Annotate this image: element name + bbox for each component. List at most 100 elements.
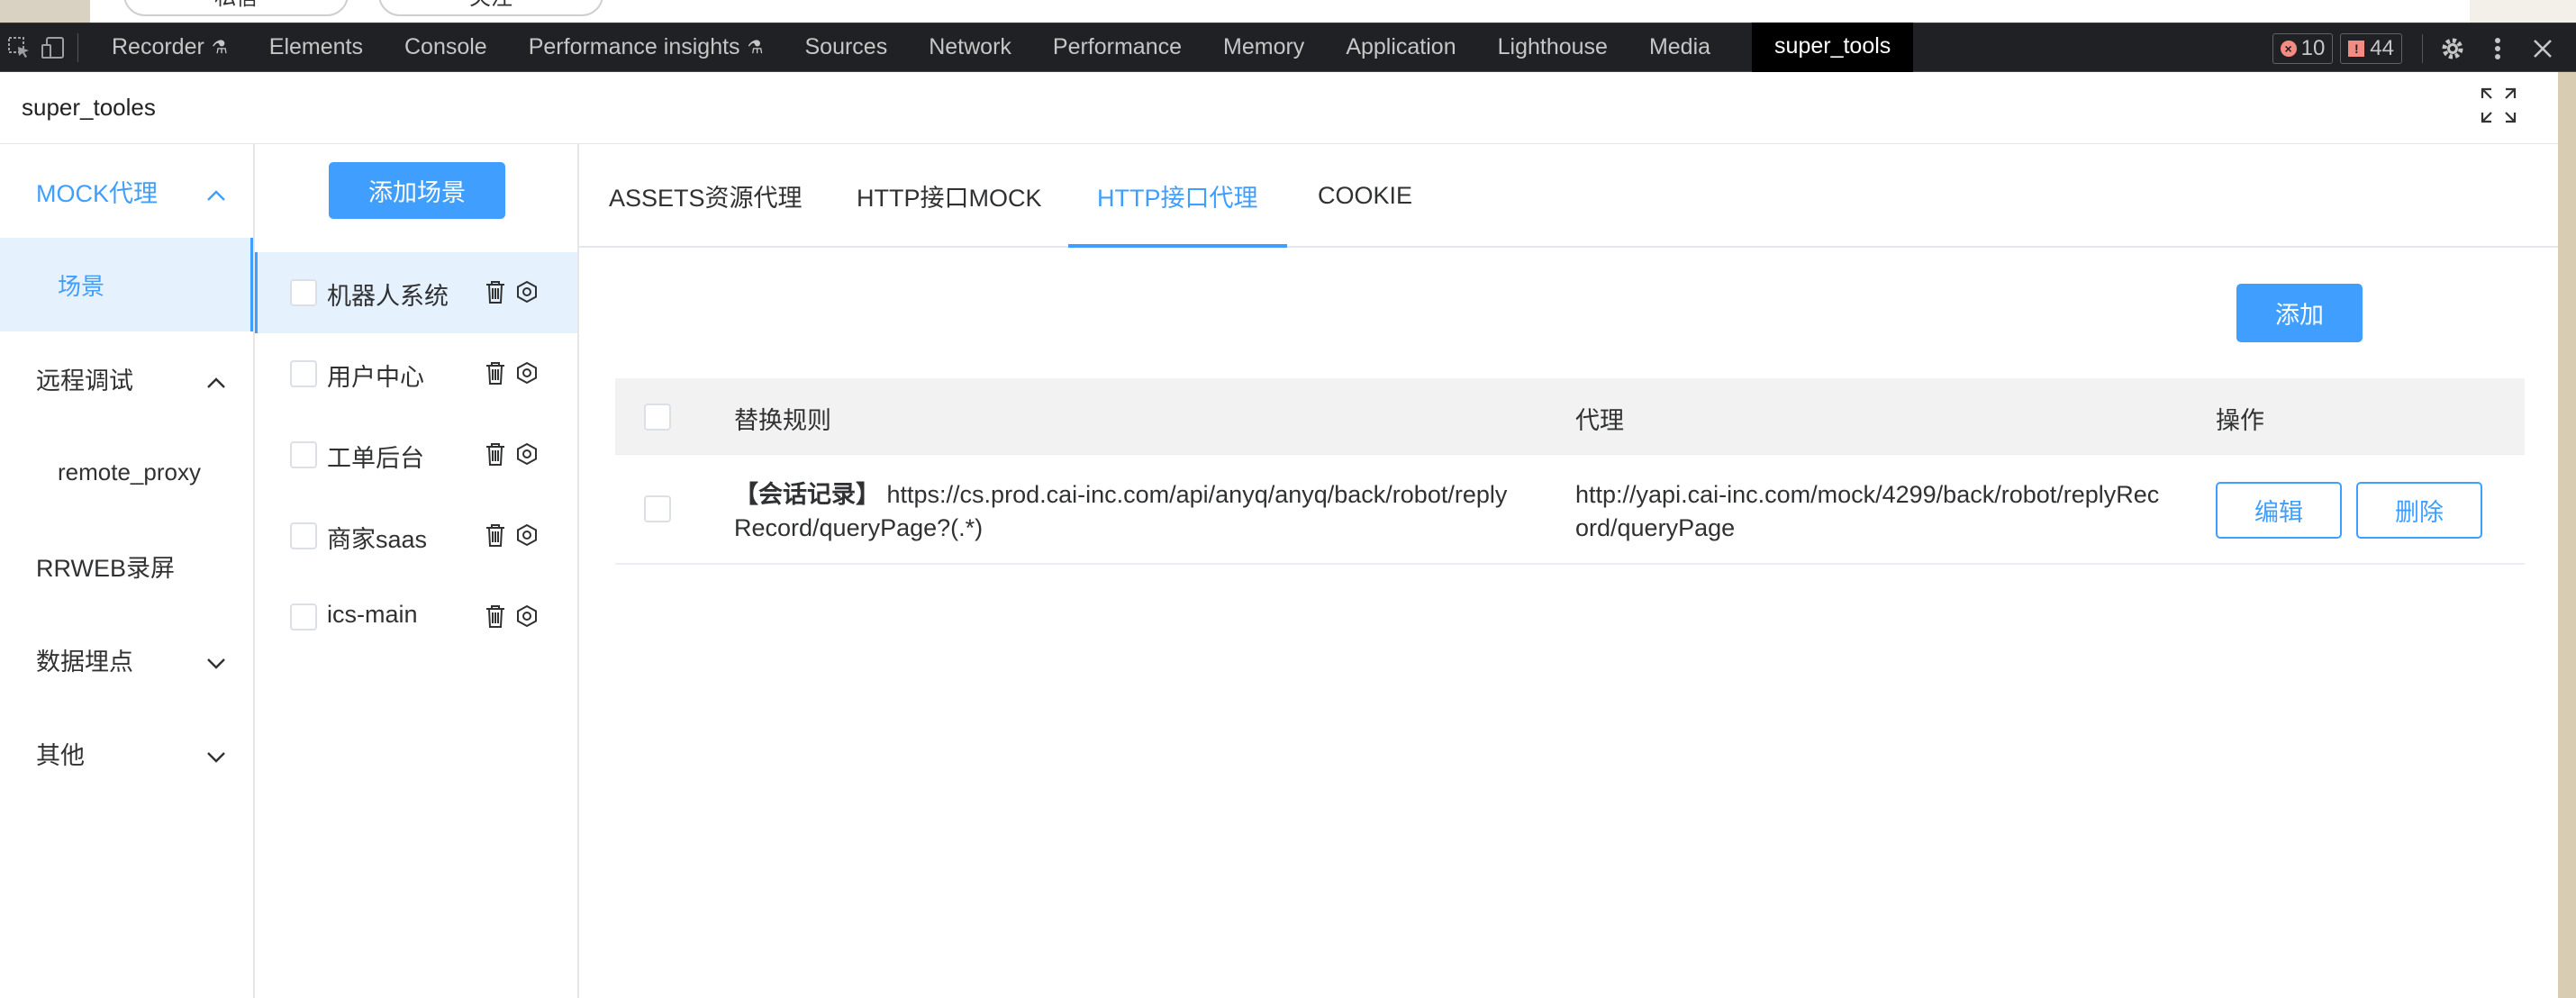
settings-hex-icon[interactable]	[515, 604, 539, 632]
underlying-page-strip: 私信 关注	[0, 0, 2576, 23]
page-card-2	[650, 0, 2470, 23]
tab-recorder[interactable]: Recorder ⚗	[91, 23, 249, 72]
settings-hex-icon[interactable]	[515, 523, 539, 551]
column-header-rule: 替换规则	[734, 407, 831, 434]
sidebar-item-mock-proxy[interactable]: MOCK代理	[0, 144, 253, 238]
tab-memory[interactable]: Memory	[1202, 23, 1325, 72]
chevron-up-icon	[206, 367, 226, 395]
page-decoration	[0, 0, 90, 23]
trash-icon[interactable]	[484, 441, 507, 471]
scene-checkbox[interactable]	[290, 441, 317, 468]
fullscreen-icon[interactable]	[2479, 86, 2518, 125]
chevron-up-icon	[206, 180, 226, 208]
proxy-cell: http://yapi.cai-inc.com/mock/4299/back/r…	[1575, 481, 2160, 541]
scene-item[interactable]: 机器人系统	[255, 252, 577, 333]
sidebar-item-scenes[interactable]: 场景	[0, 238, 253, 331]
tab-cookie[interactable]: COOKIE	[1318, 144, 1412, 248]
tab-sources[interactable]: Sources	[784, 23, 908, 72]
issue-flag-icon: !	[2348, 40, 2365, 57]
message-pill[interactable]: 私信	[123, 0, 349, 16]
scene-item[interactable]: 工单后台	[255, 414, 577, 495]
scene-checkbox[interactable]	[290, 522, 317, 549]
column-header-actions: 操作	[2216, 407, 2264, 434]
tab-application[interactable]: Application	[1325, 23, 1476, 72]
settings-gear-icon[interactable]	[2437, 33, 2468, 64]
scene-label: 用户中心	[327, 364, 424, 391]
active-tab-indicator	[1068, 244, 1287, 248]
sidebar-item-label: 其他	[36, 741, 85, 769]
inspect-element-icon[interactable]	[4, 32, 34, 63]
trash-icon[interactable]	[484, 522, 507, 552]
follow-pill[interactable]: 关注	[378, 0, 603, 16]
select-all-checkbox[interactable]	[644, 404, 671, 431]
proxy-tabs: ASSETS资源代理 HTTP接口MOCK HTTP接口代理 COOKIE	[579, 144, 2558, 248]
delete-button[interactable]: 删除	[2356, 482, 2482, 539]
toolbar-separator	[2422, 33, 2423, 63]
scene-label: 工单后台	[327, 445, 424, 472]
devtools-toolbar-right: × 10 ! 44	[2272, 23, 2576, 73]
tab-media[interactable]: Media	[1628, 23, 1731, 72]
scene-checkbox[interactable]	[290, 279, 317, 306]
settings-hex-icon[interactable]	[515, 361, 539, 389]
tab-label: Performance insights	[528, 34, 740, 59]
main-content: ASSETS资源代理 HTTP接口MOCK HTTP接口代理 COOKIE 添加…	[579, 144, 2558, 998]
edit-button[interactable]: 编辑	[2216, 482, 2342, 539]
tab-super-tools[interactable]: super_tools	[1752, 23, 1914, 72]
tab-http-proxy[interactable]: HTTP接口代理	[1097, 144, 1258, 248]
devtools-toolbar: Recorder ⚗ Elements Console Performance i…	[0, 23, 2576, 72]
chevron-down-icon	[206, 649, 226, 676]
scene-item[interactable]: 用户中心	[255, 333, 577, 414]
sidebar-item-rrweb[interactable]: RRWEB录屏	[0, 519, 253, 612]
scene-item[interactable]: ics-main	[255, 576, 577, 658]
row-checkbox[interactable]	[644, 495, 671, 522]
tab-performance-insights[interactable]: Performance insights ⚗	[508, 23, 785, 72]
more-options-icon[interactable]	[2482, 33, 2513, 64]
sidebar-menu: MOCK代理 场景 远程调试 remote_proxy RRWEB录屏 数据埋点…	[0, 144, 255, 998]
sidebar-item-label: MOCK代理	[36, 179, 158, 207]
tab-console[interactable]: Console	[384, 23, 508, 72]
scene-checkbox[interactable]	[290, 360, 317, 387]
tab-assets-proxy[interactable]: ASSETS资源代理	[609, 144, 803, 248]
chevron-down-icon	[206, 742, 226, 770]
add-button[interactable]: 添加	[2236, 284, 2363, 342]
scene-checkbox[interactable]	[290, 603, 317, 631]
tab-elements[interactable]: Elements	[249, 23, 384, 72]
issues-badge[interactable]: ! 44	[2340, 32, 2402, 64]
scene-item[interactable]: 商家saas	[255, 495, 577, 576]
sidebar-item-tracking[interactable]: 数据埋点	[0, 612, 253, 706]
scene-label: 商家saas	[327, 526, 428, 553]
tab-performance[interactable]: Performance	[1032, 23, 1202, 72]
flask-icon: ⚗	[211, 38, 228, 58]
tab-label: Recorder	[112, 34, 204, 59]
scene-label: ics-main	[327, 601, 418, 628]
rule-tag: 【会话记录】	[734, 481, 880, 508]
trash-icon[interactable]	[484, 603, 507, 633]
tab-network[interactable]: Network	[908, 23, 1032, 72]
table-row: 【会话记录】 https://cs.prod.cai-inc.com/api/a…	[615, 455, 2525, 565]
errors-badge[interactable]: × 10	[2272, 32, 2334, 64]
page-right-edge	[2558, 72, 2576, 998]
add-scene-button[interactable]: 添加场景	[329, 162, 505, 219]
table-header: 替换规则 代理 操作	[615, 378, 2525, 455]
sidebar-item-label: 远程调试	[36, 367, 133, 395]
flask-icon: ⚗	[747, 38, 764, 58]
settings-hex-icon[interactable]	[515, 280, 539, 308]
sidebar-item-remote-proxy[interactable]: remote_proxy	[0, 425, 253, 519]
sidebar-item-label: RRWEB录屏	[36, 554, 176, 582]
settings-hex-icon[interactable]	[515, 442, 539, 470]
toolbar-separator	[77, 32, 78, 62]
tab-lighthouse[interactable]: Lighthouse	[1477, 23, 1628, 72]
close-icon[interactable]	[2527, 33, 2558, 64]
trash-icon[interactable]	[484, 360, 507, 390]
issues-count: 44	[2370, 35, 2394, 60]
trash-icon[interactable]	[484, 279, 507, 309]
scene-label: 机器人系统	[327, 283, 449, 310]
tab-http-mock[interactable]: HTTP接口MOCK	[857, 144, 1042, 248]
device-toolbar-icon[interactable]	[38, 32, 68, 63]
errors-count: 10	[2300, 35, 2326, 60]
rule-cell: 【会话记录】 https://cs.prod.cai-inc.com/api/a…	[734, 478, 1509, 545]
sidebar-item-other[interactable]: 其他	[0, 706, 253, 800]
error-icon: ×	[2280, 40, 2297, 57]
sidebar-item-remote-debug[interactable]: 远程调试	[0, 331, 253, 425]
panel-header: super_tooles	[0, 72, 2558, 144]
